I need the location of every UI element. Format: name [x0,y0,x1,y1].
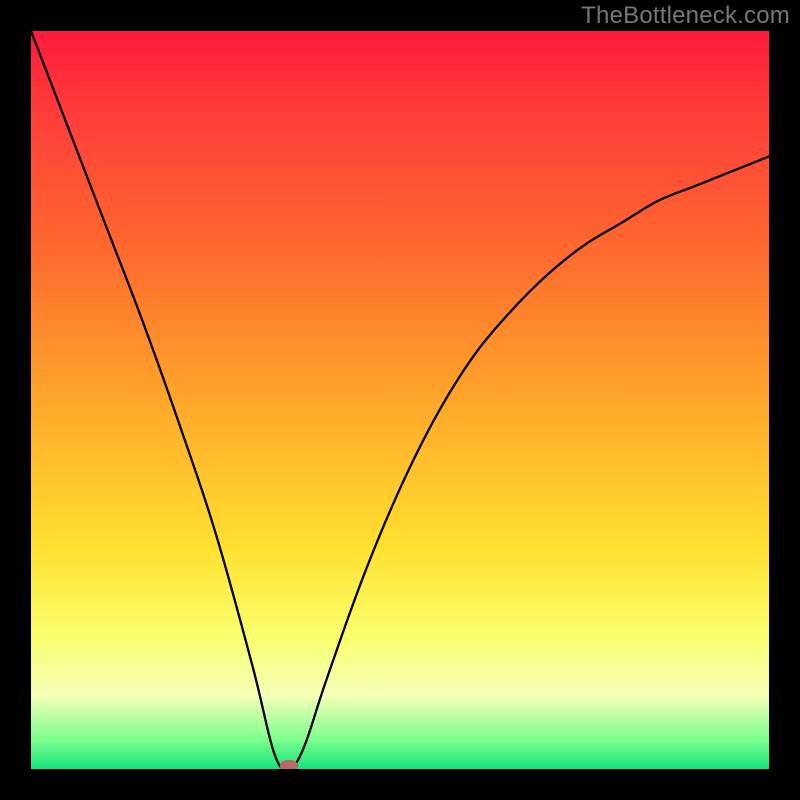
minimum-marker [280,760,298,769]
heat-gradient-background [31,31,769,769]
watermark: TheBottleneck.com [581,2,790,30]
plot-area [31,31,769,769]
chart-frame: TheBottleneck.com [0,0,800,800]
